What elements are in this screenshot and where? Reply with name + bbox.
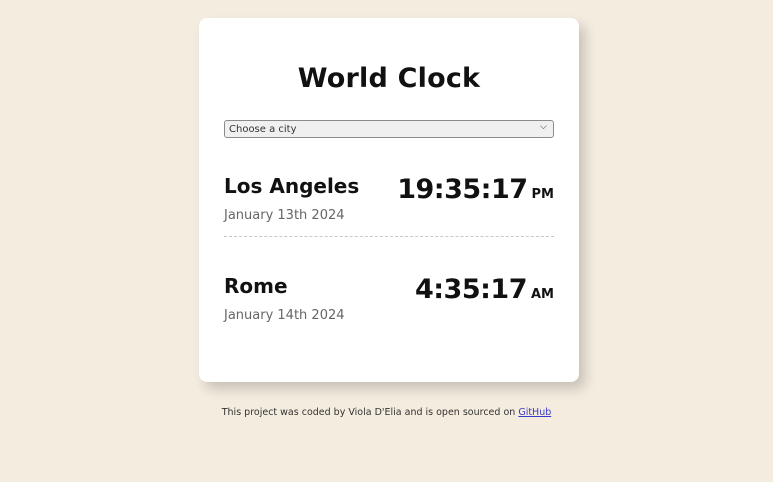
page-title: World Clock [297, 63, 481, 94]
world-clock-card: World Clock Choose a city ⌵ Los Angeles … [199, 18, 579, 382]
github-link[interactable]: GitHub [518, 407, 551, 418]
city-date: January 13th 2024 [224, 208, 345, 223]
city-date: January 14th 2024 [224, 308, 345, 323]
time-value: 19:35:17 [397, 174, 528, 205]
city-time: 4:35:17 AM [415, 274, 554, 305]
time-ampm: PM [531, 187, 554, 202]
footer-text: This project was coded by Viola D'Elia a… [221, 407, 516, 418]
footer: This project was coded by Viola D'Elia a… [0, 407, 773, 418]
time-ampm: AM [531, 287, 554, 302]
city-time: 19:35:17 PM [397, 174, 554, 205]
city-name: Rome [224, 274, 288, 298]
city-divider [224, 236, 554, 237]
city-row-rome: Rome January 14th 2024 4:35:17 AM [224, 268, 554, 348]
time-value: 4:35:17 [414, 274, 528, 305]
city-name: Los Angeles [224, 174, 360, 198]
city-select[interactable]: Choose a city [224, 120, 554, 138]
